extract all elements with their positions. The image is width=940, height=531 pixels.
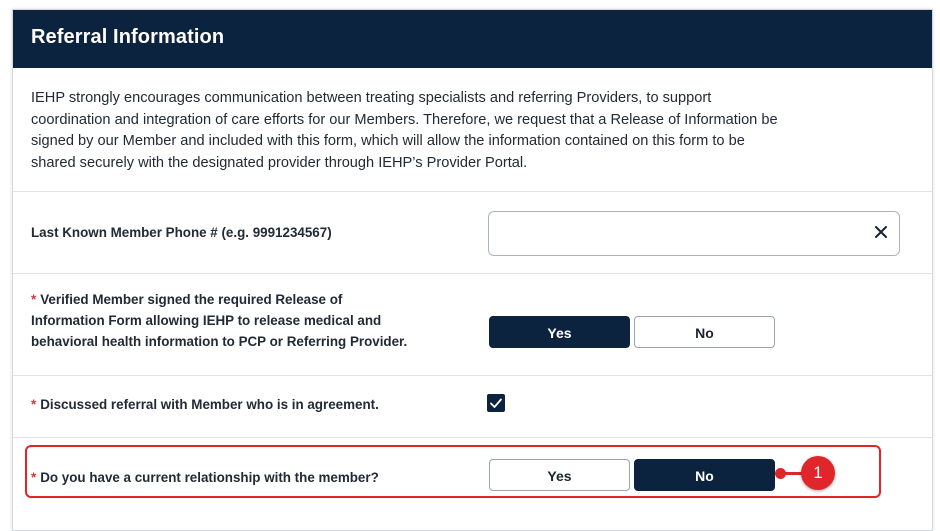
panel-header: Referral Information xyxy=(13,10,932,68)
release-form-label-line: * Verified Member signed the required Rel… xyxy=(31,292,343,307)
release-form-label: * Verified Member signed the required Rel… xyxy=(31,289,407,352)
intro-line: coordination and integration of care eff… xyxy=(31,111,778,128)
phone-label: Last Known Member Phone # (e.g. 99912345… xyxy=(31,225,332,240)
divider xyxy=(13,437,932,438)
release-form-yes-button[interactable]: Yes xyxy=(489,316,630,348)
checkmark-icon xyxy=(490,398,502,408)
release-form-label-line: behavioral health information to PCP or … xyxy=(31,334,408,349)
panel-title: Referral Information xyxy=(31,26,225,48)
close-icon[interactable] xyxy=(873,224,889,240)
discussed-checkbox[interactable] xyxy=(487,394,505,412)
divider xyxy=(13,273,932,274)
annotation-highlight-box xyxy=(25,445,881,498)
discussed-label: * Discussed referral with Member who is i… xyxy=(31,397,379,412)
intro-text: IEHP strongly encourages communication b… xyxy=(31,88,911,174)
annotation-pointer-line xyxy=(780,472,802,475)
required-mark: * xyxy=(31,397,37,412)
intro-line: IEHP strongly encourages communication b… xyxy=(31,90,712,106)
release-form-no-button[interactable]: No xyxy=(634,316,775,348)
phone-input[interactable] xyxy=(488,211,900,256)
intro-line: signed by our Member and included with t… xyxy=(31,133,745,149)
release-form-label-line: Information Form allowing IEHP to releas… xyxy=(31,313,382,328)
intro-line: shared securely with the designated prov… xyxy=(31,154,528,171)
divider xyxy=(13,191,932,192)
divider xyxy=(13,375,932,376)
annotation-badge: 1 xyxy=(801,456,835,490)
required-mark: * xyxy=(31,292,37,307)
